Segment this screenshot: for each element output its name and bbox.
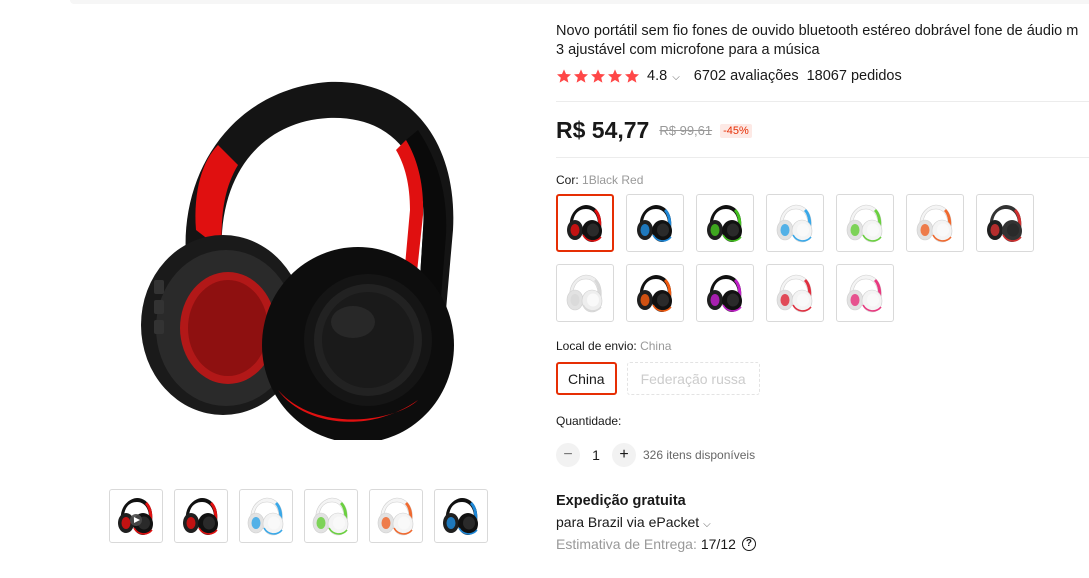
headphones-thumb-icon — [916, 204, 953, 243]
color-label-text: Cor: — [556, 173, 579, 187]
delivery-estimate-date: 17/12 — [700, 536, 736, 552]
rating-value[interactable]: 4.8 ⌵ — [647, 68, 680, 84]
color-swatch[interactable] — [696, 194, 754, 252]
headphones-thumb-icon — [637, 275, 672, 312]
headphones-thumb-icon — [377, 497, 414, 536]
color-swatch[interactable] — [836, 264, 894, 322]
quantity-stepper: − 1 + 326 itens disponíveis — [556, 443, 1089, 467]
quantity-value[interactable]: 1 — [580, 447, 612, 463]
rating-row: 4.8 ⌵ 6702 avaliações 18067 pedidos — [556, 68, 1089, 84]
color-swatch[interactable] — [556, 264, 614, 322]
thumbnail[interactable] — [174, 489, 228, 543]
thumbnail[interactable] — [434, 489, 488, 543]
color-swatch[interactable] — [626, 264, 684, 322]
thumbnail[interactable] — [369, 489, 423, 543]
delivery-estimate: Estimativa de Entrega: 17/12 ? — [556, 536, 1089, 552]
color-swatch[interactable] — [836, 194, 894, 252]
thumbnail[interactable] — [304, 489, 358, 543]
headphones-thumb-icon — [846, 204, 883, 243]
headphones-thumb-icon — [566, 274, 603, 313]
divider — [556, 101, 1089, 102]
thumbnail[interactable] — [109, 489, 163, 543]
headphones-thumb-icon — [776, 204, 813, 243]
quantity-label: Quantidade: — [556, 414, 622, 428]
ship-from-label: Local de envio: China — [556, 339, 1089, 353]
stock-available: 326 itens disponíveis — [643, 448, 756, 462]
product-title: Novo portátil sem fio fones de ouvido bl… — [556, 22, 1089, 60]
product-title-line-1: Novo portátil sem fio fones de ouvido bl… — [556, 23, 1079, 39]
headphones-image — [141, 81, 454, 443]
star-icon — [625, 69, 639, 83]
product-title-line-2: 3 ajustável com microfone para a música — [556, 42, 820, 58]
star-icon — [557, 69, 571, 83]
discount-badge: -45% — [720, 123, 752, 138]
quantity-increase-button[interactable]: + — [612, 443, 636, 467]
selected-color-name: 1Black Red — [582, 173, 644, 187]
orders-count: 18067 pedidos — [806, 68, 902, 84]
color-swatch[interactable] — [626, 194, 684, 252]
ship-option-china[interactable]: China — [556, 362, 617, 395]
headphones-thumb-icon — [707, 275, 742, 312]
main-product-image[interactable] — [118, 60, 478, 443]
rating-number: 4.8 — [647, 68, 668, 84]
original-price: R$ 99,61 — [659, 123, 713, 138]
shipping-method-text: para Brazil via ePacket — [556, 514, 700, 530]
headphones-thumb-icon — [118, 498, 153, 535]
headphones-thumb-icon — [567, 205, 602, 242]
headphones-thumb-icon — [312, 497, 349, 536]
star-icon — [591, 69, 605, 83]
color-swatch[interactable] — [696, 264, 754, 322]
quantity-decrease-button[interactable]: − — [556, 443, 580, 467]
color-swatch[interactable] — [976, 194, 1034, 252]
gallery-thumbnails — [109, 489, 488, 543]
ship-from-options: China Federação russa — [556, 362, 1089, 395]
delivery-estimate-label: Estimativa de Entrega: — [556, 536, 697, 552]
headphones-thumb-icon — [247, 497, 284, 536]
headphones-thumb-icon — [707, 205, 742, 242]
shipping-title: Expedição gratuita — [556, 493, 686, 509]
star-icon — [608, 69, 622, 83]
headphones-thumb-icon — [987, 205, 1022, 242]
headphones-thumb-icon — [637, 205, 672, 242]
ship-from-selected: China — [640, 339, 672, 353]
chevron-down-icon: ⌵ — [703, 519, 711, 530]
rating-stars — [556, 68, 640, 84]
color-swatch[interactable] — [906, 194, 964, 252]
star-icon — [574, 69, 588, 83]
help-icon[interactable]: ? — [741, 537, 756, 551]
thumbnail[interactable] — [239, 489, 293, 543]
headphones-thumb-icon — [183, 498, 218, 535]
color-swatch[interactable] — [766, 264, 824, 322]
divider — [556, 157, 1089, 158]
chevron-down-icon: ⌵ — [672, 72, 680, 83]
headphones-thumb-icon — [443, 498, 478, 535]
shipping-method[interactable]: para Brazil via ePacket ⌵ — [556, 514, 1089, 530]
ship-option-russia[interactable]: Federação russa — [626, 362, 760, 395]
current-price: R$ 54,77 — [556, 117, 650, 143]
color-swatches — [556, 194, 1089, 322]
headphones-thumb-icon — [776, 274, 813, 313]
ship-from-label-text: Local de envio: — [556, 339, 637, 353]
product-info: Novo portátil sem fio fones de ouvido bl… — [556, 22, 1089, 552]
reviews-count[interactable]: 6702 avaliações — [694, 68, 799, 84]
top-strip — [70, 0, 1089, 4]
color-swatch[interactable] — [556, 194, 614, 252]
price-row: R$ 54,77 R$ 99,61 -45% — [556, 117, 1089, 144]
headphones-thumb-icon — [846, 274, 883, 313]
color-swatch[interactable] — [766, 194, 824, 252]
color-label: Cor: 1Black Red — [556, 173, 1089, 187]
